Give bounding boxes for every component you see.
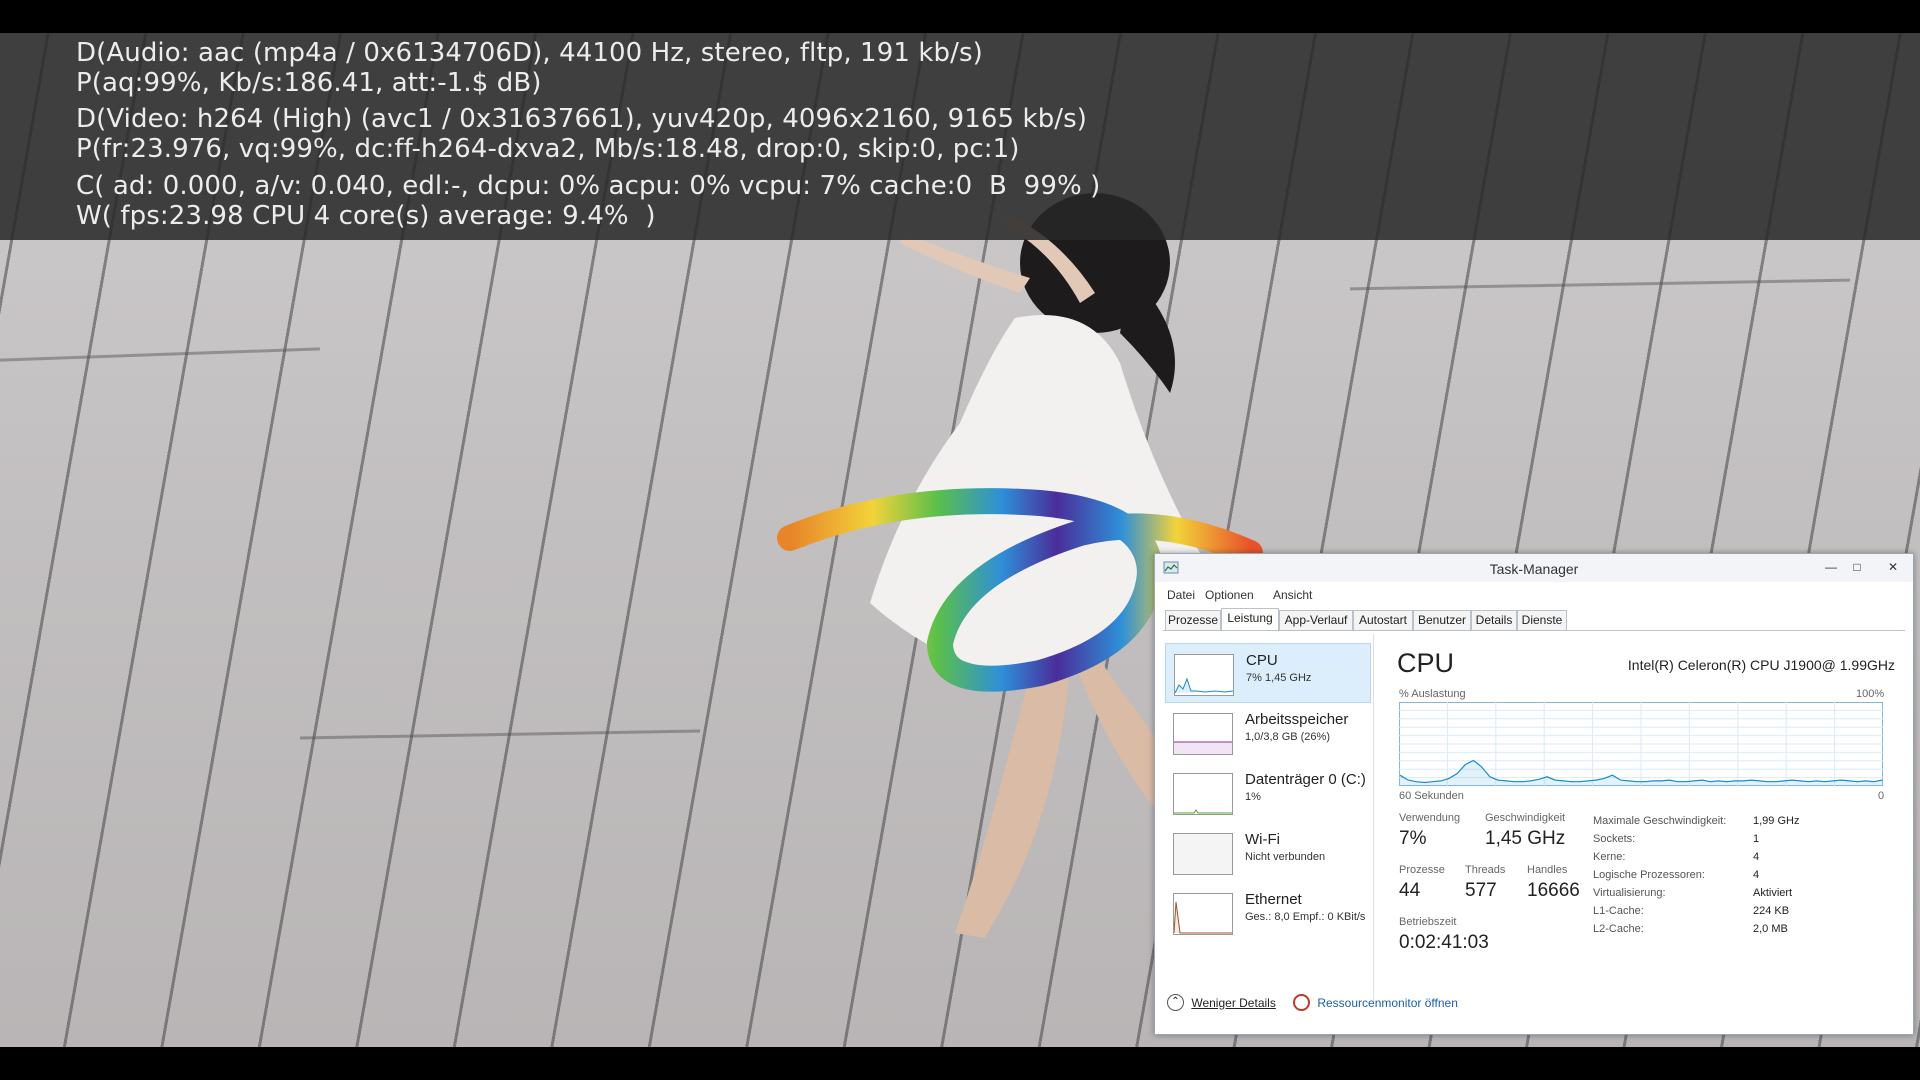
spec-label: L1-Cache: — [1593, 905, 1644, 917]
spec-value: 1 — [1753, 833, 1760, 845]
tab-dienste[interactable]: Dienste — [1517, 610, 1567, 631]
prozesse-label: Prozesse — [1399, 864, 1445, 876]
sidebar-item-cpu[interactable]: CPU 7% 1,45 GHz — [1165, 643, 1371, 703]
detail-title: CPU — [1397, 648, 1455, 678]
prozesse-value: 44 — [1399, 880, 1421, 901]
window-title: Task-Manager — [1489, 561, 1579, 577]
spec-label: L2-Cache: — [1593, 923, 1644, 935]
disk-mini-graph — [1173, 773, 1233, 815]
resource-monitor-icon — [1293, 994, 1310, 1011]
menu-optionen[interactable]: Optionen — [1205, 588, 1254, 602]
spec-value: 4 — [1753, 869, 1760, 881]
graph-y-label: % Auslastung — [1399, 688, 1466, 700]
verwendung-label: Verwendung — [1399, 812, 1461, 824]
cpu-mini-graph — [1174, 654, 1234, 696]
spec-label: Sockets: — [1593, 833, 1636, 845]
audio-decoder-info: D(Audio: aac (mp4a / 0x6134706D), 44100 … — [76, 38, 983, 68]
graph-time-label: 60 Sekunden — [1399, 790, 1464, 802]
sidebar-sublabel: Ges.: 8,0 Empf.: 0 KBit/s — [1245, 911, 1366, 923]
threads-value: 577 — [1465, 880, 1497, 901]
tab-app-verlauf[interactable]: App-Verlauf — [1279, 610, 1353, 631]
spec-label: Kerne: — [1593, 851, 1626, 863]
verwendung-value: 7% — [1399, 828, 1427, 849]
video-playback-info: P(fr:23.976, vq:99%, dc:ff-h264-dxva2, M… — [76, 134, 1020, 164]
graph-y-min: 0 — [1878, 790, 1885, 802]
sidebar-item-memory[interactable]: Arbeitsspeicher 1,0/3,8 GB (26%) — [1165, 703, 1369, 761]
resource-monitor-label: Ressourcenmonitor öffnen — [1317, 995, 1458, 1010]
task-manager-window[interactable]: Task-Manager — □ ✕ Datei Optionen Ansich… — [1154, 553, 1914, 1035]
sidebar-item-ethernet[interactable]: Ethernet Ges.: 8,0 Empf.: 0 KBit/s — [1165, 883, 1369, 941]
geschwindigkeit-label: Geschwindigkeit — [1485, 812, 1566, 824]
geschwindigkeit-value: 1,45 GHz — [1485, 828, 1566, 849]
video-decoder-info: D(Video: h264 (High) (avc1 / 0x31637661)… — [76, 104, 1088, 134]
sidebar-sublabel: 1% — [1245, 791, 1261, 803]
sidebar-label: Arbeitsspeicher — [1245, 711, 1349, 728]
ethernet-mini-graph — [1173, 893, 1233, 935]
fewer-details-label: Weniger Details — [1191, 995, 1276, 1010]
sidebar-label: CPU — [1246, 652, 1278, 669]
minimize-button[interactable]: — — [1819, 558, 1843, 576]
wifi-mini-graph — [1173, 833, 1233, 875]
memory-mini-graph — [1173, 713, 1233, 755]
cpu-fps-info: W( fps:23.98 CPU 4 core(s) average: 9.4%… — [76, 201, 656, 231]
graph-y-max: 100% — [1856, 688, 1885, 700]
sidebar-item-disk[interactable]: Datenträger 0 (C:) 1% — [1165, 763, 1369, 821]
menu-ansicht[interactable]: Ansicht — [1273, 588, 1312, 602]
tab-prozesse[interactable]: Prozesse — [1165, 610, 1221, 631]
pane-divider — [1373, 634, 1374, 1004]
tab-details[interactable]: Details — [1471, 610, 1517, 631]
spec-value: 224 KB — [1753, 905, 1790, 917]
dancer-leg-left — [955, 663, 1070, 938]
sidebar-sublabel: Nicht verbunden — [1245, 851, 1326, 863]
spec-value: 1,99 GHz — [1753, 815, 1800, 827]
tab-benutzer[interactable]: Benutzer — [1413, 610, 1471, 631]
tab-autostart[interactable]: Autostart — [1353, 610, 1413, 631]
threads-label: Threads — [1465, 864, 1506, 876]
handles-label: Handles — [1527, 864, 1568, 876]
spec-label: Maximale Geschwindigkeit: — [1593, 815, 1727, 827]
close-button[interactable]: ✕ — [1877, 558, 1909, 576]
betriebszeit-value: 0:02:41:03 — [1399, 932, 1489, 953]
handles-value: 16666 — [1527, 880, 1580, 901]
cache-sync-info: C( ad: 0.000, a/v: 0.040, edl:-, dcpu: 0… — [76, 171, 1101, 201]
menu-datei[interactable]: Datei — [1167, 588, 1195, 602]
tab-divider — [1163, 630, 1905, 631]
maximize-button[interactable]: □ — [1845, 558, 1869, 576]
tab-leistung[interactable]: Leistung — [1221, 608, 1279, 632]
sidebar-sublabel: 7% 1,45 GHz — [1246, 672, 1312, 684]
spec-value: 4 — [1753, 851, 1760, 863]
cpu-usage-graph — [1399, 702, 1883, 786]
spec-value: Aktiviert — [1753, 887, 1793, 899]
spec-label: Logische Prozessoren: — [1593, 869, 1705, 881]
dancer-arm-left — [900, 233, 1030, 293]
fewer-details-button[interactable]: ⌃ Weniger Details — [1167, 994, 1276, 1011]
sidebar-label: Datenträger 0 (C:) — [1245, 771, 1366, 788]
betriebszeit-label: Betriebszeit — [1399, 916, 1457, 928]
sidebar-sublabel: 1,0/3,8 GB (26%) — [1245, 731, 1330, 743]
chevron-up-icon: ⌃ — [1167, 994, 1184, 1011]
cpu-model: Intel(R) Celeron(R) CPU J1900@ 1.99GHz — [1627, 657, 1895, 673]
spec-label: Virtualisierung: — [1593, 887, 1666, 899]
sidebar-item-wifi[interactable]: Wi-Fi Nicht verbunden — [1165, 823, 1369, 881]
sidebar-label: Ethernet — [1245, 891, 1302, 908]
audio-playback-info: P(aq:99%, Kb/s:186.41, att:-1.$ dB) — [76, 68, 542, 98]
spec-value: 2,0 MB — [1753, 923, 1788, 935]
title-bar[interactable]: Task-Manager — □ ✕ — [1155, 554, 1913, 582]
playback-stats-overlay: D(Audio: aac (mp4a / 0x6134706D), 44100 … — [0, 33, 1920, 240]
sidebar-label: Wi-Fi — [1245, 831, 1280, 848]
resource-monitor-link[interactable]: Ressourcenmonitor öffnen — [1293, 994, 1458, 1011]
